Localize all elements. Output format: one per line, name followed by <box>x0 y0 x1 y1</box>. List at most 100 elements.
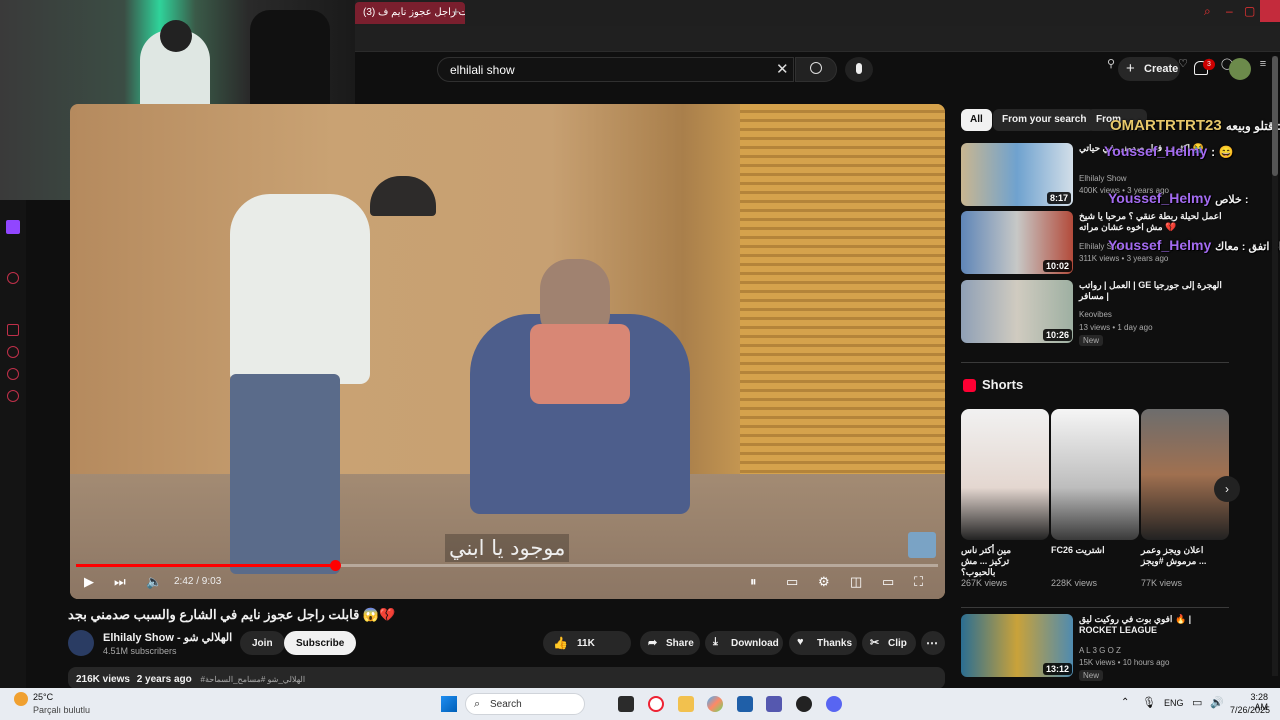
clip-button[interactable]: ✂ Clip <box>862 631 916 655</box>
shorts-icon <box>963 379 976 392</box>
recommendation-item[interactable]: 10:26 العمل | رواتب | GE الهجرة إلى جورج… <box>961 280 1231 346</box>
like-count: 11K <box>577 638 595 649</box>
twitch-icon[interactable] <box>6 220 20 234</box>
clock-date[interactable]: 7/26/2025 <box>1230 705 1270 715</box>
search-input[interactable]: elhilali show <box>437 57 794 82</box>
account-avatar[interactable] <box>1229 58 1251 80</box>
show-hidden-icons[interactable]: ⌃ <box>1121 697 1129 708</box>
recommendation-channel[interactable]: Elhilaly Show <box>1079 174 1127 183</box>
search-tabs-icon[interactable]: ⌕ <box>1204 4 1211 19</box>
scrollbar-thumb[interactable] <box>1272 56 1278 176</box>
short-thumbnail[interactable] <box>1051 409 1139 540</box>
github-icon[interactable] <box>796 696 812 712</box>
mic-icon <box>856 63 862 74</box>
recommendation-title[interactable]: افوي بوت في روكيت ليق 🔥 | ROCKET LEAGUE <box>1079 614 1219 636</box>
voice-search-button[interactable] <box>845 57 873 82</box>
clear-search-icon[interactable]: ✕ <box>776 60 789 78</box>
thanks-label: Thanks <box>817 638 853 649</box>
language-indicator[interactable]: ENG <box>1164 698 1184 708</box>
more-actions-icon[interactable]: ⋯ <box>921 631 945 655</box>
video-player[interactable]: موجود يا ابني ▶ ⏭ 🔈 2:42 / 9:03 ⏸ ▭ ⚙ ◫ … <box>70 104 945 599</box>
active-tab[interactable]: (3) قابلت راجل عجوز نايم ف <box>355 2 465 24</box>
weather-icon[interactable] <box>14 692 28 706</box>
weather-temp[interactable]: 25°C <box>33 692 53 702</box>
search-icon <box>810 62 822 74</box>
settings-icon[interactable] <box>7 390 19 402</box>
taskbar-search[interactable]: ⌕ Search <box>465 693 585 715</box>
microphone-icon[interactable]: 🎙 <box>1142 696 1156 709</box>
theater-mode-icon[interactable]: ▭ <box>882 574 894 590</box>
share-button[interactable]: ➦ Share <box>640 631 700 655</box>
short-title[interactable]: FC26 اشتريت <box>1051 545 1123 556</box>
recommendation-meta: 13 views • 1 day ago <box>1079 323 1153 332</box>
channel-avatar[interactable] <box>68 630 94 656</box>
join-button[interactable]: Join <box>240 631 285 655</box>
progress-scrubber[interactable] <box>330 560 341 571</box>
file-explorer-icon[interactable] <box>678 696 694 712</box>
task-view-icon[interactable] <box>618 696 634 712</box>
download-button[interactable]: ⤓ Download <box>705 631 783 655</box>
settings-gear-icon[interactable]: ⚙ <box>818 574 830 590</box>
share-label: Share <box>666 638 694 649</box>
channel-name[interactable]: Elhilaly Show - الهلالي شو <box>103 631 232 644</box>
opera-icon[interactable] <box>648 696 664 712</box>
maximize-icon[interactable]: ▢ <box>1244 4 1255 18</box>
fullscreen-icon[interactable]: ⛶ <box>914 574 923 590</box>
dislike-button[interactable] <box>596 631 632 655</box>
recommendation-item[interactable]: 13:12 افوي بوت في روكيت ليق 🔥 | ROCKET L… <box>961 614 1231 681</box>
copilot-icon[interactable] <box>707 696 723 712</box>
weather-desc[interactable]: Parçalı bulutlu <box>33 705 90 715</box>
teams-icon[interactable] <box>766 696 782 712</box>
chip-all[interactable]: All <box>961 109 992 131</box>
description-box[interactable]: 216K views 2 years ago #الهلالي_شو #مسام… <box>68 667 945 689</box>
jeans <box>230 374 340 574</box>
play-icon[interactable]: ▶ <box>84 574 94 590</box>
search-button[interactable] <box>795 57 837 82</box>
orange-scarf <box>530 324 630 404</box>
close-window-button[interactable] <box>1260 0 1280 22</box>
network-icon[interactable]: ▭ <box>1192 696 1202 709</box>
volume-icon[interactable]: 🔈 <box>146 574 162 590</box>
channel-watermark[interactable] <box>908 532 936 558</box>
windows-start-icon[interactable] <box>441 696 457 712</box>
recommendation-channel[interactable]: Keovibes <box>1079 310 1112 319</box>
upload-age: 2 years ago <box>136 674 192 685</box>
pin-icon[interactable]: ⚲ <box>1104 57 1118 71</box>
recommendation-meta: 15K views • 10 hours ago <box>1079 658 1170 667</box>
store-icon[interactable] <box>737 696 753 712</box>
volume-tray-icon[interactable]: 🔊 <box>1210 696 1224 709</box>
recommendation-title[interactable]: العمل | رواتب | GE الهجرة إلى جورجيا | م… <box>1079 280 1224 302</box>
rail-dot-icon[interactable] <box>7 272 19 284</box>
short-title[interactable]: اعلان ويجز وعمر ... مرموش #ويجز <box>1141 545 1213 567</box>
shorts-next-icon[interactable]: › <box>1214 476 1240 502</box>
short-thumbnail[interactable] <box>1141 409 1229 540</box>
progress-bar[interactable] <box>76 560 938 571</box>
share-icon: ➦ <box>648 637 658 649</box>
next-icon[interactable]: ⏭ <box>114 574 126 590</box>
recommendation-channel[interactable]: A L 3 G O Z <box>1079 646 1121 655</box>
captions-icon[interactable]: ▭ <box>786 574 798 590</box>
chat-user: OMARTRTRT23 <box>1110 117 1222 134</box>
taskbar-search-icon: ⌕ <box>474 698 481 710</box>
time-display: 2:42 / 9:03 <box>174 576 222 587</box>
autoplay-toggle-icon[interactable]: ⏸ <box>750 574 757 590</box>
clock-icon[interactable] <box>7 346 19 358</box>
duration-badge: 10:02 <box>1043 260 1073 272</box>
short-thumbnail[interactable] <box>961 409 1049 540</box>
chat-icon[interactable] <box>7 368 19 380</box>
minimize-icon[interactable]: – <box>1226 4 1233 18</box>
discord-icon[interactable] <box>826 696 842 712</box>
page-scrollbar[interactable] <box>1272 56 1278 676</box>
new-tab-button[interactable]: + <box>452 4 460 19</box>
recommendation-title[interactable]: اعمل لحيلة ربطة عنقي ؟ مرحبا يا شيخ 💔 مش… <box>1079 211 1224 233</box>
short-title[interactable]: مين أكتر ناس تركيز ... مش بالحبوب؟ <box>961 545 1033 578</box>
subscribe-button[interactable]: Subscribe <box>284 631 357 655</box>
menu-icon[interactable]: ≡ <box>1256 57 1270 71</box>
bookmark-icon[interactable] <box>7 324 19 336</box>
chat-text: انا اتفق : معاك <box>1215 241 1280 253</box>
thanks-button[interactable]: ♥ Thanks <box>789 631 857 655</box>
chip-from-search[interactable]: From your search <box>993 109 1096 131</box>
taskbar-search-label: Search <box>490 699 522 710</box>
miniplayer-icon[interactable]: ◫ <box>850 574 862 590</box>
create-button[interactable]: + Create <box>1118 57 1180 81</box>
